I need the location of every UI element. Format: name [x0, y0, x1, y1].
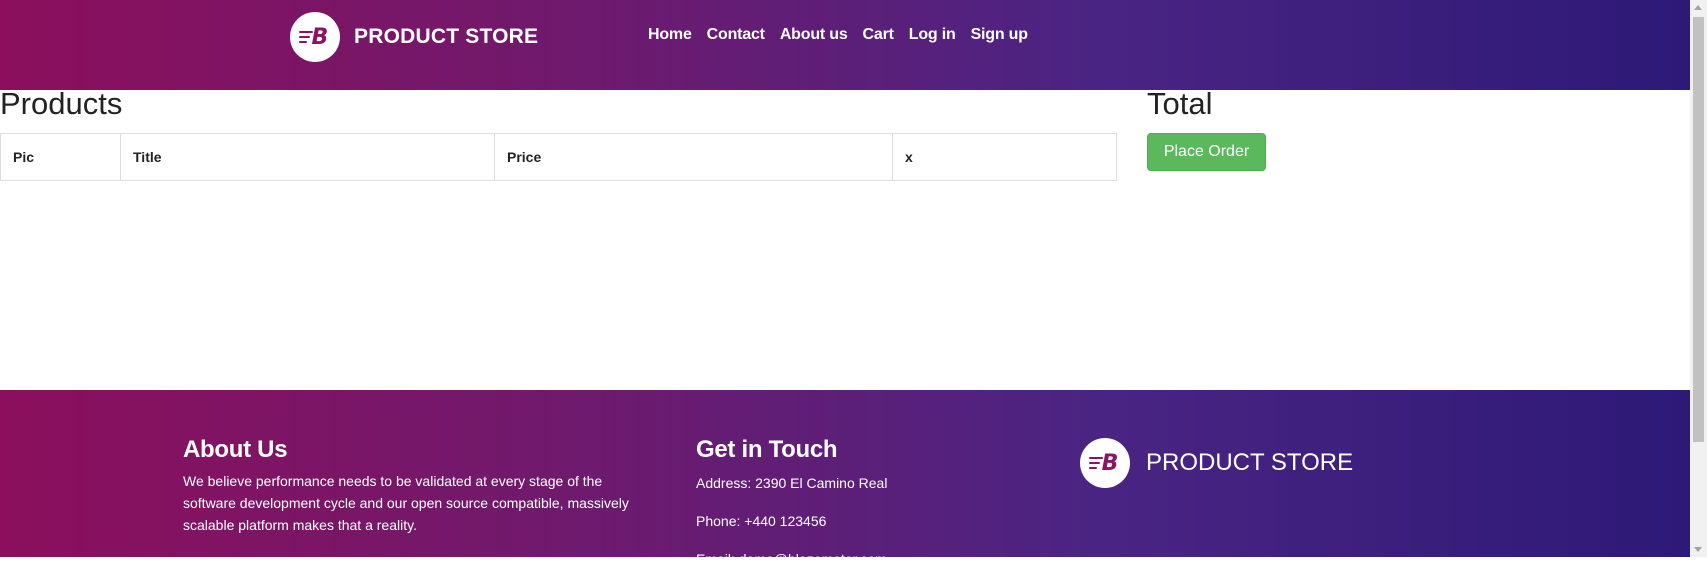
vertical-scrollbar[interactable]: [1690, 0, 1707, 557]
total-heading: Total: [1147, 86, 1213, 121]
nav-login-link[interactable]: Log in: [909, 26, 956, 44]
scroll-up-icon[interactable]: [1694, 5, 1702, 10]
nav-signup-link[interactable]: Sign up: [971, 26, 1028, 44]
footer-about: About Us We believe performance needs to…: [183, 436, 653, 536]
about-heading: About Us: [183, 436, 288, 463]
footer-contact: Get in Touch Address: 2390 El Camino Rea…: [696, 436, 996, 570]
cart-table: Pic Title Price x: [0, 133, 1117, 181]
nav-cart-link[interactable]: Cart: [863, 26, 894, 44]
blazemeter-logo-icon: B: [1080, 438, 1130, 488]
nav-home-link[interactable]: Home: [648, 26, 692, 44]
nav-about-link[interactable]: About us: [780, 26, 848, 44]
footer-brand-label: PRODUCT STORE: [1146, 449, 1354, 476]
header-title: Title: [120, 133, 495, 181]
about-text: We believe performance needs to be valid…: [183, 473, 629, 533]
header-delete: x: [892, 133, 1117, 181]
address-text: Address: 2390 El Camino Real: [696, 475, 888, 491]
phone-text: Phone: +440 123456: [696, 513, 827, 529]
contact-heading: Get in Touch: [696, 436, 838, 463]
header-pic: Pic: [0, 133, 121, 181]
nav-links: Home Contact About us Cart Log in Sign u…: [648, 26, 1028, 44]
blazemeter-logo-icon: B: [290, 12, 340, 62]
scroll-down-icon[interactable]: [1694, 547, 1702, 552]
footer-brand: B PRODUCT STORE: [1080, 438, 1353, 488]
place-order-button[interactable]: Place Order: [1147, 133, 1266, 171]
nav-contact-link[interactable]: Contact: [707, 26, 765, 44]
navbar-brand[interactable]: B PRODUCT STORE: [290, 11, 538, 63]
email-text: Email: demo@blazemeter.com: [696, 551, 887, 567]
table-header-row: Pic Title Price x: [0, 133, 1117, 181]
footer: About Us We believe performance needs to…: [0, 390, 1690, 567]
scrollbar-thumb[interactable]: [1693, 17, 1704, 442]
products-heading: Products: [0, 86, 123, 121]
navbar: B PRODUCT STORE Home Contact About us Ca…: [0, 0, 1690, 90]
header-price: Price: [494, 133, 893, 181]
brand-label: PRODUCT STORE: [354, 25, 539, 48]
